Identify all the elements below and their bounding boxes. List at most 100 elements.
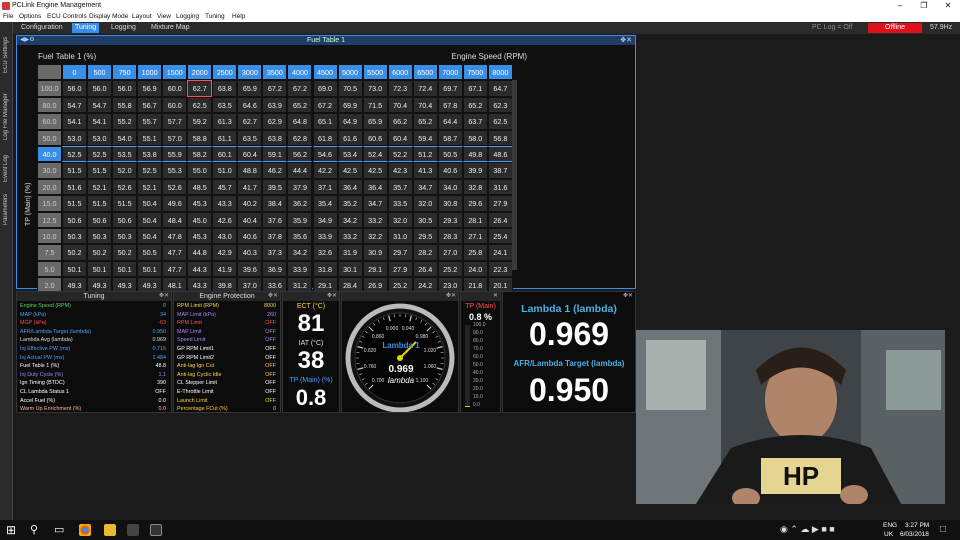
table-cell[interactable]: 59.4 bbox=[412, 129, 438, 146]
table-cell[interactable]: 35.7 bbox=[387, 178, 413, 196]
table-cell[interactable]: 31.0 bbox=[387, 228, 413, 245]
table-cell[interactable]: 72.3 bbox=[387, 80, 413, 97]
table-cell[interactable]: 42.5 bbox=[337, 162, 363, 179]
table-cell[interactable]: 26.4 bbox=[487, 211, 513, 228]
table-cell[interactable]: 36.4 bbox=[362, 178, 388, 196]
protection-panel-header[interactable]: Engine Protection ✥✕ bbox=[174, 292, 280, 301]
table-cell[interactable]: 64.8 bbox=[287, 113, 313, 130]
column-header[interactable]: 5500 bbox=[362, 64, 388, 81]
table-cell[interactable]: 59.1 bbox=[262, 146, 288, 163]
table-cell[interactable]: 30.5 bbox=[412, 211, 438, 228]
table-cell[interactable]: 70.4 bbox=[387, 96, 413, 114]
menu-tuning[interactable]: Tuning bbox=[205, 12, 225, 22]
table-cell[interactable]: 29.7 bbox=[387, 244, 413, 261]
table-cell[interactable]: 51.0 bbox=[212, 162, 238, 179]
table-cell[interactable]: 35.2 bbox=[337, 195, 363, 212]
table-cell[interactable]: 32.2 bbox=[362, 228, 388, 245]
table-cell[interactable]: 34.2 bbox=[337, 211, 363, 228]
column-header[interactable]: 6500 bbox=[412, 64, 438, 81]
table-cell[interactable]: 63.5 bbox=[237, 129, 263, 146]
table-cell[interactable]: 53.4 bbox=[337, 146, 363, 163]
table-cell[interactable]: 31.8 bbox=[312, 260, 338, 278]
table-cell[interactable]: 51.5 bbox=[87, 195, 113, 212]
table-cell[interactable]: 51.2 bbox=[412, 146, 438, 163]
lambda-panel-header[interactable]: ✥✕ bbox=[503, 292, 635, 301]
table-cell[interactable]: 65.2 bbox=[462, 96, 488, 114]
table-cell[interactable]: 42.9 bbox=[212, 244, 238, 261]
table-cell[interactable]: 63.8 bbox=[262, 129, 288, 146]
table-cell[interactable]: 43.0 bbox=[212, 228, 238, 245]
app-icon-taskbar[interactable] bbox=[127, 524, 139, 536]
table-cell[interactable]: 25.8 bbox=[462, 244, 488, 261]
table-cell[interactable]: 24.0 bbox=[462, 260, 488, 278]
table-cell[interactable]: 32.8 bbox=[462, 178, 488, 196]
table-cell[interactable]: 54.1 bbox=[62, 113, 88, 130]
table-cell[interactable]: 33.5 bbox=[387, 195, 413, 212]
table-cell[interactable]: 67.8 bbox=[437, 96, 463, 114]
table-cell[interactable]: 54.6 bbox=[312, 146, 338, 163]
table-cell[interactable]: 26.4 bbox=[412, 260, 438, 278]
table-cell[interactable]: 69.0 bbox=[312, 80, 338, 97]
notification-icon[interactable]: □ bbox=[940, 524, 946, 535]
column-header[interactable]: 0 bbox=[62, 64, 88, 81]
table-cell[interactable]: 35.9 bbox=[287, 211, 313, 228]
table-cell[interactable]: 50.3 bbox=[87, 228, 113, 245]
table-cell[interactable]: 67.1 bbox=[462, 80, 488, 97]
table-cell[interactable]: 45.0 bbox=[187, 211, 213, 228]
table-cell[interactable]: 36.9 bbox=[262, 260, 288, 278]
table-cell[interactable]: 57.0 bbox=[162, 129, 188, 146]
table-cell[interactable]: 54.7 bbox=[87, 96, 113, 114]
column-header[interactable]: 7500 bbox=[462, 64, 488, 81]
table-cell[interactable]: 52.5 bbox=[62, 146, 88, 163]
table-cell[interactable]: 33.2 bbox=[337, 228, 363, 245]
table-cell[interactable]: 65.2 bbox=[412, 113, 438, 130]
table-cell[interactable]: 64.9 bbox=[337, 113, 363, 130]
table-cell[interactable]: 55.0 bbox=[187, 162, 213, 179]
minimize-button[interactable]: – bbox=[888, 0, 912, 12]
table-cell[interactable]: 51.5 bbox=[62, 195, 88, 212]
table-cell[interactable]: 66.2 bbox=[387, 113, 413, 130]
table-cell[interactable]: 33.2 bbox=[362, 211, 388, 228]
table-cell[interactable]: 28.2 bbox=[412, 244, 438, 261]
table-cell[interactable]: 58.0 bbox=[462, 129, 488, 146]
table-cell[interactable]: 52.4 bbox=[362, 146, 388, 163]
panel-close-icon[interactable]: ✕ bbox=[493, 292, 498, 301]
row-header[interactable]: 100.0 bbox=[37, 80, 62, 97]
table-cell[interactable]: 25.4 bbox=[487, 228, 513, 245]
table-cell[interactable]: 50.1 bbox=[87, 260, 113, 278]
table-cell[interactable]: 50.4 bbox=[137, 195, 163, 212]
pclink-taskbar-icon[interactable] bbox=[150, 524, 162, 536]
sidebar-tab-ecu-settings[interactable]: ECU Settings bbox=[0, 26, 13, 84]
table-cell[interactable]: 50.1 bbox=[62, 260, 88, 278]
table-cell[interactable]: 50.2 bbox=[62, 244, 88, 261]
panel-close-icon[interactable]: ✥✕ bbox=[327, 292, 337, 301]
table-cell[interactable]: 34.7 bbox=[362, 195, 388, 212]
row-header[interactable]: 80.0 bbox=[37, 96, 62, 114]
table-cell[interactable]: 52.5 bbox=[137, 162, 163, 179]
table-cell[interactable]: 58.7 bbox=[437, 129, 463, 146]
menu-logging[interactable]: Logging bbox=[176, 12, 199, 22]
column-header[interactable]: 500 bbox=[87, 64, 113, 81]
table-cell[interactable]: 24.1 bbox=[487, 244, 513, 261]
table-cell[interactable]: 27.9 bbox=[487, 195, 513, 212]
table-cell[interactable]: 50.6 bbox=[87, 211, 113, 228]
table-cell[interactable]: 42.5 bbox=[362, 162, 388, 179]
table-cell[interactable]: 61.8 bbox=[312, 129, 338, 146]
table-cell[interactable]: 56.8 bbox=[487, 129, 513, 146]
table-cell[interactable]: 35.6 bbox=[287, 228, 313, 245]
table-cell[interactable]: 60.4 bbox=[237, 146, 263, 163]
table-cell[interactable]: 27.0 bbox=[437, 244, 463, 261]
table-cell[interactable]: 37.6 bbox=[262, 211, 288, 228]
table-cell[interactable]: 37.9 bbox=[287, 178, 313, 196]
table-cell[interactable]: 62.7 bbox=[237, 113, 263, 130]
column-header[interactable]: 3000 bbox=[237, 64, 263, 81]
clock-time[interactable]: 3:27 PM bbox=[905, 522, 929, 529]
menu-display-mode[interactable]: Display Mode bbox=[89, 12, 128, 22]
table-cell[interactable]: 50.6 bbox=[112, 211, 138, 228]
connection-status-badge[interactable]: Offline bbox=[868, 23, 922, 33]
table-cell[interactable]: 37.8 bbox=[262, 228, 288, 245]
table-cell[interactable]: 48.4 bbox=[162, 211, 188, 228]
table-cell[interactable]: 31.6 bbox=[487, 178, 513, 196]
table-cell[interactable]: 56.0 bbox=[112, 80, 138, 97]
column-header[interactable]: 6000 bbox=[387, 64, 413, 81]
